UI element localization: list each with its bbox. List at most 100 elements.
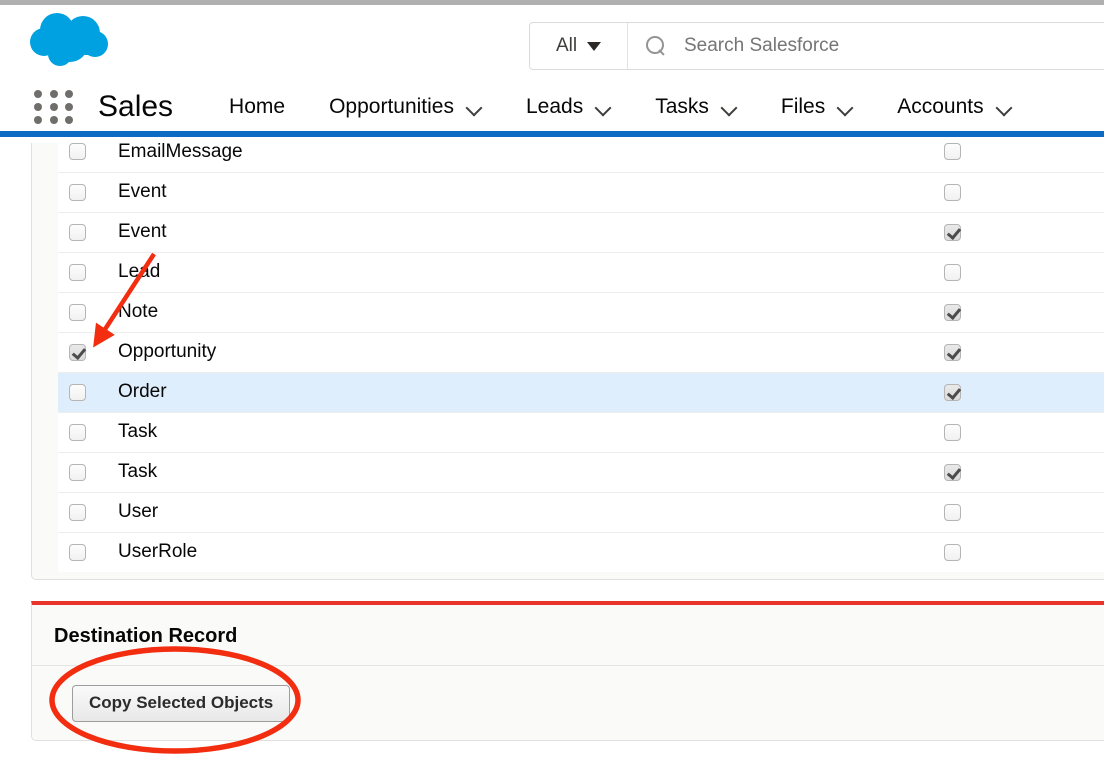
option-checkbox[interactable] [944, 423, 961, 441]
row-option-cell [778, 491, 1104, 532]
object-name-cell: Note [118, 291, 778, 332]
row-option-cell [778, 211, 1104, 252]
row-option-cell [778, 291, 1104, 332]
source-checkbox[interactable] [69, 303, 86, 321]
table-row[interactable]: Note [58, 291, 1104, 332]
option-checkbox[interactable] [944, 343, 961, 361]
source-objects-panel: EmailMessage Event Event Lead Note Opportunit… [31, 143, 1104, 580]
nav-item-files[interactable]: Files [759, 82, 875, 131]
nav-item-label: Tasks [655, 94, 709, 118]
nav-item-tasks[interactable]: Tasks [633, 82, 759, 131]
option-checkbox[interactable] [944, 543, 961, 561]
caret-down-icon [587, 41, 602, 51]
chevron-down-icon [596, 102, 611, 111]
source-checkbox[interactable] [69, 183, 86, 201]
nav-item-label: Accounts [897, 94, 984, 118]
objects-table-body: EmailMessage Event Event Lead Note Opportunit… [58, 143, 1104, 572]
object-name-cell: User [118, 491, 778, 532]
search-scope-selector[interactable]: All [530, 23, 628, 69]
search-placeholder: Search Salesforce [684, 35, 840, 56]
app-navigation-bar: Sales Home Opportunities Leads Tasks Fil… [0, 82, 1104, 137]
row-option-cell [778, 331, 1104, 372]
row-option-cell [778, 143, 1104, 172]
option-checkbox[interactable] [944, 463, 961, 481]
global-header: All Search Salesforce [0, 5, 1104, 82]
page-root: All Search Salesforce Sales Home Opportu… [0, 0, 1104, 760]
destination-record-panel: Destination Record Copy Selected Objects [31, 601, 1104, 741]
option-checkbox[interactable] [944, 183, 961, 201]
search-icon [646, 36, 666, 56]
row-select-cell [58, 451, 118, 492]
source-checkbox[interactable] [69, 223, 86, 241]
table-row[interactable]: UserRole [58, 531, 1104, 572]
source-checkbox[interactable] [69, 463, 86, 481]
app-launcher-icon[interactable] [34, 89, 76, 124]
object-name-cell: Order [118, 371, 778, 412]
option-checkbox[interactable] [944, 383, 961, 401]
table-row[interactable]: Event [58, 211, 1104, 252]
chevron-down-icon [722, 102, 737, 111]
chevron-down-icon [997, 102, 1012, 111]
destination-record-title: Destination Record [54, 625, 238, 647]
nav-item-home[interactable]: Home [207, 82, 307, 131]
table-row[interactable]: Order [58, 371, 1104, 412]
option-checkbox[interactable] [944, 223, 961, 241]
object-name-cell: Lead [118, 251, 778, 292]
nav-item-label: Files [780, 94, 826, 118]
search-scope-label: All [555, 35, 578, 56]
chevron-down-icon [838, 102, 853, 111]
row-option-cell [778, 451, 1104, 492]
copy-selected-objects-button[interactable]: Copy Selected Objects [72, 685, 291, 722]
nav-item-list: Home Opportunities Leads Tasks Files Acc… [207, 82, 1034, 131]
row-select-cell [58, 291, 118, 332]
row-select-cell [58, 371, 118, 412]
source-checkbox[interactable] [69, 343, 86, 361]
table-row[interactable]: Lead [58, 251, 1104, 292]
nav-item-label: Leads [525, 94, 584, 118]
source-checkbox[interactable] [69, 263, 86, 281]
option-checkbox[interactable] [944, 303, 961, 321]
object-name-cell: Event [118, 171, 778, 212]
source-checkbox[interactable] [69, 383, 86, 401]
table-row[interactable]: Event [58, 171, 1104, 212]
nav-item-label: Opportunities [329, 94, 454, 118]
option-checkbox[interactable] [944, 503, 961, 521]
object-name-cell: Task [118, 411, 778, 452]
object-name-cell: UserRole [118, 531, 778, 572]
row-select-cell [58, 411, 118, 452]
table-row[interactable]: Task [58, 451, 1104, 492]
row-select-cell [58, 331, 118, 372]
search-input[interactable]: Search Salesforce [628, 23, 1104, 69]
option-checkbox[interactable] [944, 263, 961, 281]
row-select-cell [58, 171, 118, 212]
row-option-cell [778, 411, 1104, 452]
row-option-cell [778, 371, 1104, 412]
table-row[interactable]: Opportunity [58, 331, 1104, 372]
source-checkbox[interactable] [69, 423, 86, 441]
nav-item-accounts[interactable]: Accounts [875, 82, 1033, 131]
source-checkbox[interactable] [69, 543, 86, 561]
object-name-cell: Opportunity [118, 331, 778, 372]
source-checkbox[interactable] [69, 143, 86, 161]
row-option-cell [778, 171, 1104, 212]
nav-item-leads[interactable]: Leads [504, 82, 633, 131]
row-select-cell [58, 143, 118, 172]
row-select-cell [58, 491, 118, 532]
chevron-down-icon [467, 102, 482, 111]
nav-item-label: Home [229, 94, 286, 118]
panel-divider [32, 665, 1104, 666]
salesforce-cloud-logo[interactable] [27, 10, 113, 70]
table-row[interactable]: Task [58, 411, 1104, 452]
option-checkbox[interactable] [944, 143, 961, 161]
nav-item-opportunities[interactable]: Opportunities [307, 82, 504, 131]
row-select-cell [58, 211, 118, 252]
object-name-cell: Task [118, 451, 778, 492]
table-row[interactable]: EmailMessage [58, 143, 1104, 172]
source-checkbox[interactable] [69, 503, 86, 521]
object-name-cell: EmailMessage [118, 143, 778, 172]
row-select-cell [58, 531, 118, 572]
global-search-box[interactable]: All Search Salesforce [529, 22, 1104, 70]
row-select-cell [58, 251, 118, 292]
app-name-label[interactable]: Sales [98, 90, 173, 124]
table-row[interactable]: User [58, 491, 1104, 532]
